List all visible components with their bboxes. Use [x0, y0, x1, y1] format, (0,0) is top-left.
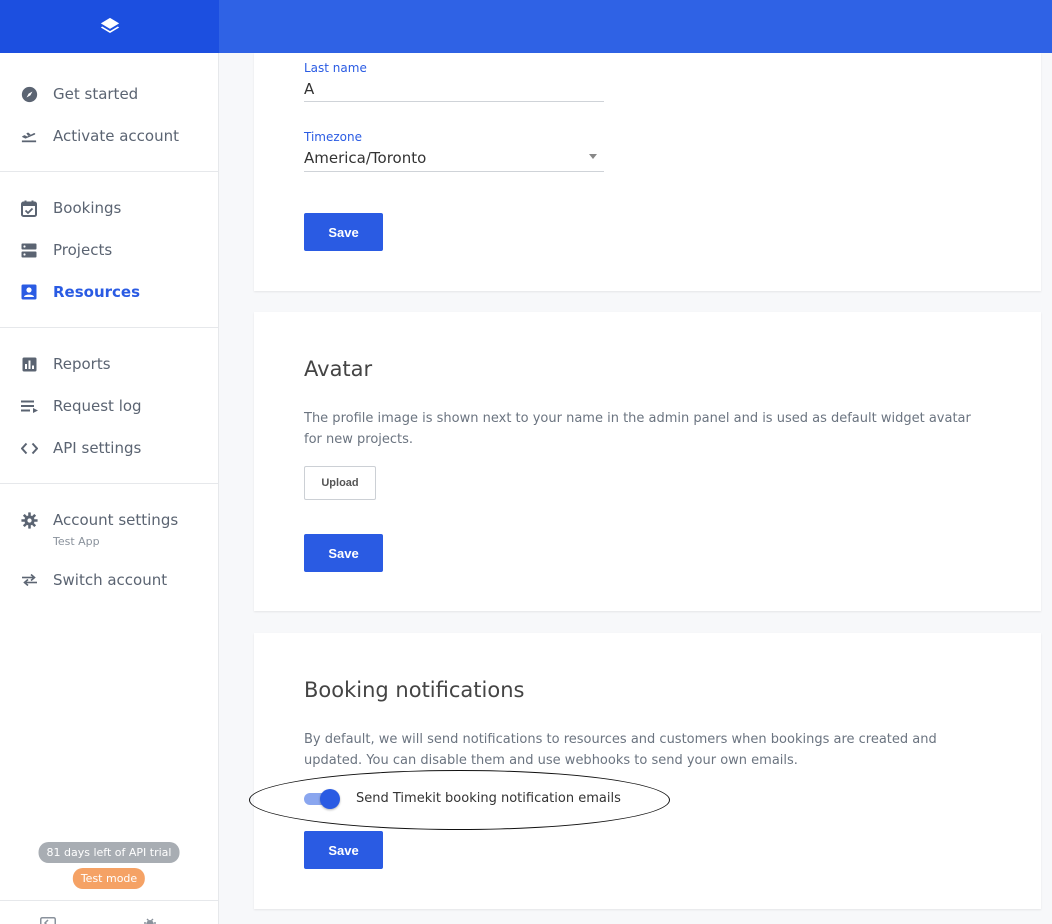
last-name-input[interactable]: A	[304, 80, 314, 98]
avatar-description: The profile image is shown next to your …	[304, 411, 971, 447]
booking-notifications-title: Booking notifications	[304, 678, 525, 702]
bar-chart-icon	[20, 355, 38, 373]
sidebar-item-label: Get started	[53, 85, 139, 103]
calendar-check-icon	[20, 199, 38, 217]
sidebar-item-label: Reports	[53, 355, 111, 373]
sidebar-divider	[0, 171, 219, 172]
save-notifications-button[interactable]: Save	[304, 831, 383, 869]
sidebar-item-label: API settings	[53, 439, 142, 457]
sidebar-item-bookings[interactable]: Bookings	[0, 188, 219, 228]
upload-avatar-button[interactable]: Upload	[304, 466, 376, 500]
sidebar-item-account-settings[interactable]: Account settings Test App	[0, 500, 219, 548]
sidebar-item-label: Request log	[53, 397, 142, 415]
top-header-bar	[219, 0, 1052, 53]
gear-icon	[20, 511, 38, 529]
avatar-card: Avatar The profile image is shown next t…	[254, 312, 1041, 611]
sidebar-item-label: Switch account	[53, 571, 168, 589]
sidebar-item-resources[interactable]: Resources	[0, 272, 219, 312]
sidebar-item-label: Bookings	[53, 199, 122, 217]
sidebar-item-reports[interactable]: Reports	[0, 344, 219, 384]
list-arrow-icon	[20, 397, 38, 415]
code-brackets-icon	[20, 439, 38, 457]
timezone-select[interactable]: America/Toronto	[304, 149, 426, 167]
bug-report-icon[interactable]	[142, 914, 158, 924]
logo-bar[interactable]	[0, 0, 219, 53]
sidebar-item-label: Resources	[53, 283, 141, 301]
sidebar-item-get-started[interactable]: Get started	[0, 74, 219, 114]
notification-emails-toggle[interactable]	[304, 789, 340, 809]
airplane-takeoff-icon	[20, 127, 38, 145]
contact-card-icon	[20, 283, 38, 301]
last-name-underline	[304, 101, 604, 102]
timezone-underline	[304, 171, 604, 172]
avatar-title: Avatar	[304, 357, 373, 381]
last-name-label: Last name	[304, 61, 367, 75]
sidebar-item-request-log[interactable]: Request log	[0, 386, 219, 426]
trial-days-badge: 81 days left of API trial	[38, 842, 180, 863]
sidebar-item-label: Account settings	[53, 511, 179, 529]
toggle-knob	[320, 789, 340, 809]
sidebar-item-label: Projects	[53, 241, 113, 259]
collapse-sidebar-icon[interactable]	[40, 914, 56, 924]
sidebar-divider	[0, 483, 219, 484]
test-mode-badge: Test mode	[72, 868, 146, 889]
compass-icon	[20, 85, 38, 103]
save-profile-button[interactable]: Save	[304, 213, 383, 251]
sidebar-item-sublabel: Test App	[53, 535, 100, 548]
sidebar-item-api-settings[interactable]: API settings	[0, 428, 219, 468]
sidebar-item-activate-account[interactable]: Activate account	[0, 116, 219, 156]
sidebar-divider	[0, 327, 219, 328]
notification-emails-toggle-label: Send Timekit booking notification emails	[356, 791, 621, 806]
sidebar-footer	[0, 900, 219, 924]
profile-details-card: Last name A Timezone America/Toronto Sav…	[254, 53, 1041, 291]
swap-arrows-icon	[20, 571, 38, 589]
save-avatar-button[interactable]: Save	[304, 534, 383, 572]
booking-notifications-card: Booking notifications By default, we wil…	[254, 633, 1041, 909]
layers-logo-icon	[100, 17, 119, 33]
sidebar-item-switch-account[interactable]: Switch account	[0, 560, 219, 600]
timezone-label: Timezone	[304, 130, 362, 144]
chevron-down-icon[interactable]	[589, 154, 597, 159]
sidebar: Get started Activate account Bookings Pr…	[0, 0, 219, 924]
booking-notifications-description: By default, we will send notifications t…	[304, 732, 937, 768]
sidebar-item-label: Activate account	[53, 127, 179, 145]
server-icon	[20, 241, 38, 259]
sidebar-item-projects[interactable]: Projects	[0, 230, 219, 270]
